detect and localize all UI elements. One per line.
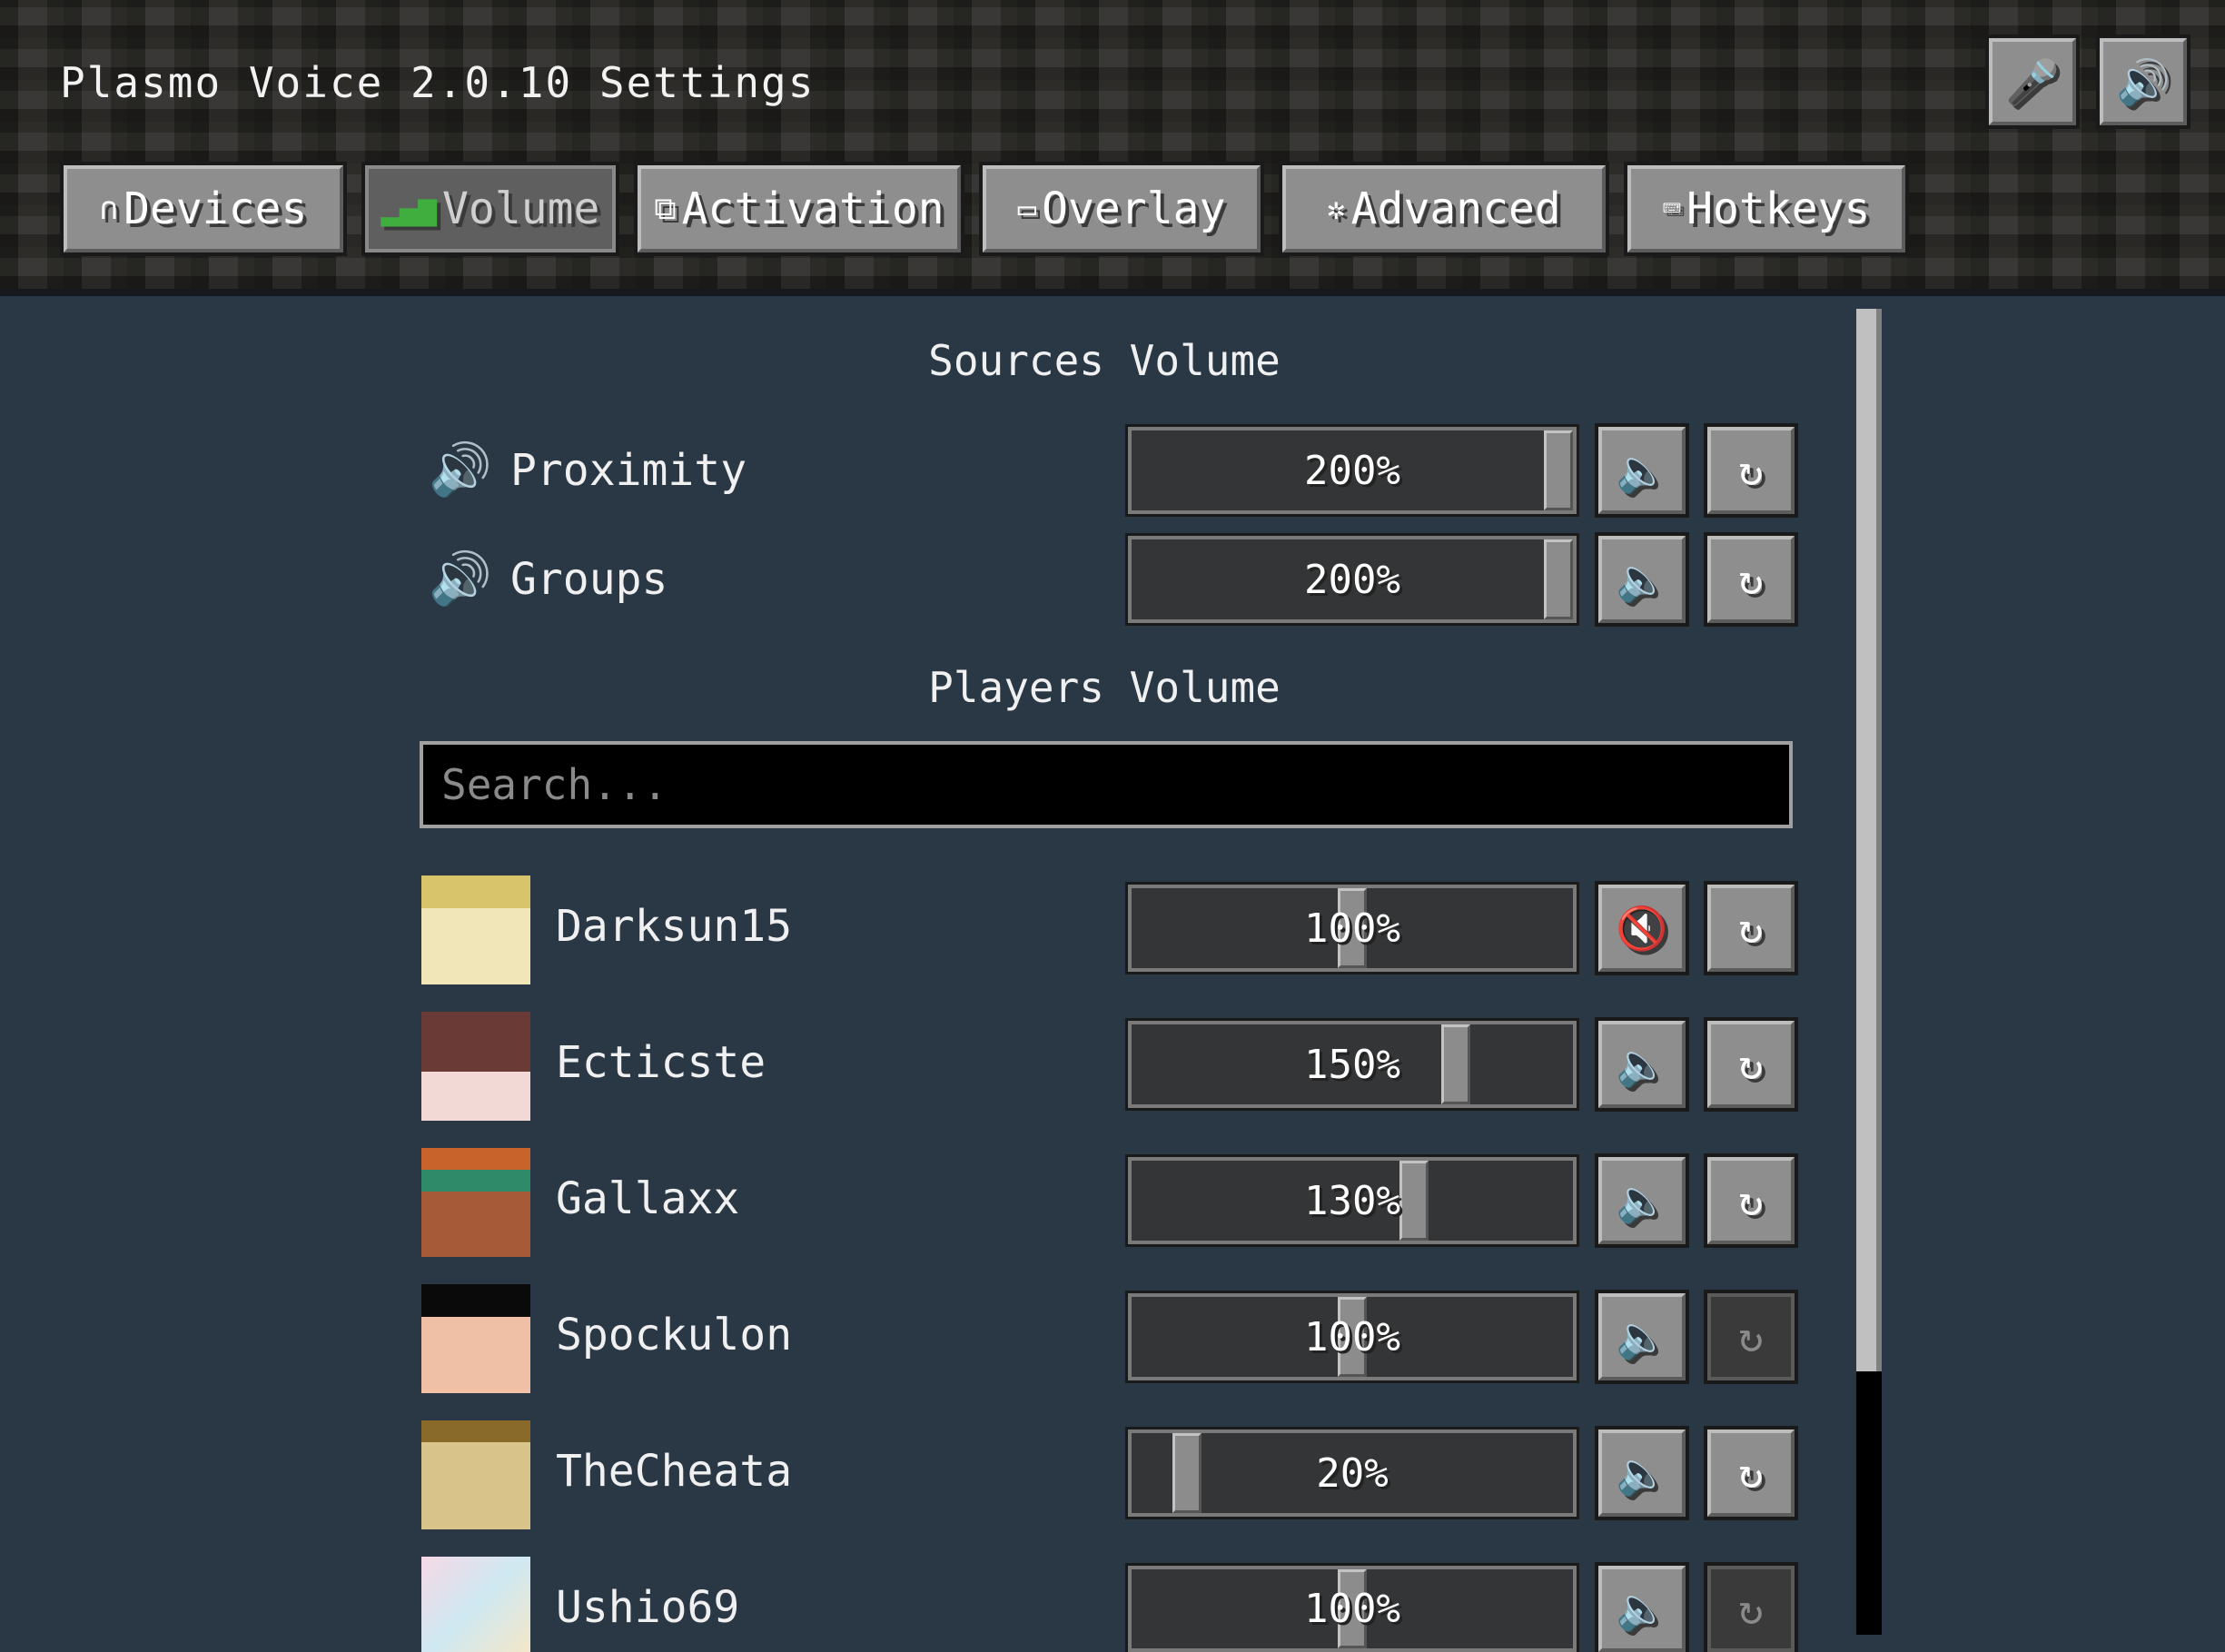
slider-value: 100% [1304,905,1400,952]
speaker-button[interactable]: 🔊 [2096,35,2190,129]
avatar [421,1557,530,1652]
avatar [421,1284,530,1393]
players-volume-title: Players Volume [928,663,1281,712]
reset-icon: ↻ [1738,555,1764,604]
reset-icon: ↻ [1738,1176,1764,1225]
player-reset-button[interactable]: ↻ [1704,1017,1798,1112]
player-name: Ushio69 [556,1582,740,1633]
player-name: Spockulon [556,1310,793,1360]
player-volume-slider[interactable]: 100% [1125,882,1579,974]
reset-icon: ↻ [1738,446,1764,495]
tab-overlay[interactable]: ▭ Overlay [979,162,1264,256]
activation-icon: ⧉ [654,191,677,227]
speaker-icon: 🔈 [1616,1311,1668,1361]
groups-reset-button[interactable]: ↻ [1704,532,1798,627]
speaker-icon: 🔈 [1616,1039,1668,1089]
tab-label: Overlay [1042,183,1226,234]
microphone-button[interactable]: 🎤 [1985,35,2080,129]
proximity-speaker-icon: 🔊 [429,440,492,500]
player-reset-button[interactable]: ↻ [1704,881,1798,975]
player-volume-slider[interactable]: 100% [1125,1291,1579,1383]
avatar [421,1012,530,1121]
slider-value: 150% [1304,1041,1400,1088]
keyboard-icon: ⌨ [1662,191,1682,227]
sources-volume-title: Sources Volume [928,336,1281,385]
gear-icon: ✲ [1327,191,1346,227]
player-volume-slider[interactable]: 150% [1125,1018,1579,1111]
proximity-mute-button[interactable]: 🔈 [1595,423,1689,518]
proximity-volume-slider[interactable]: 200% [1125,424,1579,517]
player-name: TheCheata [556,1446,793,1497]
speaker-icon: 🔈 [1616,554,1668,604]
window-title: Plasmo Voice 2.0.10 Settings [60,58,816,107]
slider-value: 100% [1304,1586,1400,1632]
slider-value: 200% [1304,447,1400,494]
player-volume-slider[interactable]: 20% [1125,1427,1579,1519]
slider-value: 100% [1304,1313,1400,1360]
groups-volume-slider[interactable]: 200% [1125,533,1579,626]
speaker-icon: 🔈 [1616,1448,1668,1498]
player-reset-button[interactable]: ↻ [1704,1426,1798,1520]
player-mute-button[interactable]: 🔈 [1595,1562,1689,1652]
tab-advanced[interactable]: ✲ Advanced [1279,162,1609,256]
slider-value: 20% [1316,1449,1389,1497]
tab-label: Activation [681,183,944,234]
player-mute-button[interactable]: 🔈 [1595,1290,1689,1384]
slider-value: 130% [1304,1177,1400,1224]
groups-speaker-icon: 🔊 [429,549,492,608]
reset-icon: ↻ [1738,1040,1764,1089]
tab-label: Volume [442,183,600,234]
speaker-icon: 🔈 [1616,445,1668,495]
player-mute-button[interactable]: 🔇 [1595,881,1689,975]
reset-icon: ↻ [1738,1449,1764,1498]
avatar [421,1148,530,1257]
player-name: Gallaxx [556,1173,740,1224]
scrollbar-thumb[interactable] [1856,309,1882,1371]
header-bar: Plasmo Voice 2.0.10 Settings 🎤 🔊 ∩ Devic… [0,0,2225,296]
headphones-icon: ∩ [99,191,119,227]
player-name: Ecticste [556,1037,766,1088]
slider-value: 200% [1304,556,1400,603]
player-reset-button[interactable]: ↻ [1704,1562,1798,1652]
search-input[interactable]: Search... [420,741,1793,828]
player-volume-slider[interactable]: 130% [1125,1154,1579,1247]
avatar [421,875,530,984]
microphone-icon: 🎤 [2005,56,2060,108]
speaker-icon: 🔈 [1616,1584,1668,1633]
groups-mute-button[interactable]: 🔈 [1595,532,1689,627]
player-reset-button[interactable]: ↻ [1704,1153,1798,1248]
source-label-groups: Groups [510,554,668,605]
tab-volume[interactable]: ▂▄▆ Volume [361,162,619,256]
player-volume-slider[interactable]: 100% [1125,1563,1579,1652]
reset-icon: ↻ [1738,904,1764,953]
muted-speaker-icon: 🔇 [1616,903,1668,953]
player-mute-button[interactable]: 🔈 [1595,1017,1689,1112]
player-name: Darksun15 [556,901,793,952]
tab-label: Hotkeys [1686,183,1871,234]
speaker-icon: 🔈 [1616,1175,1668,1225]
tab-hotkeys[interactable]: ⌨ Hotkeys [1624,162,1909,256]
reset-icon: ↻ [1738,1312,1764,1361]
player-mute-button[interactable]: 🔈 [1595,1153,1689,1248]
speaker-icon: 🔊 [2116,56,2171,108]
reset-icon: ↻ [1738,1584,1764,1634]
tab-activation[interactable]: ⧉ Activation [634,162,964,256]
volume-bars-icon: ▂▄▆ [381,191,438,227]
monitor-icon: ▭ [1017,191,1037,227]
tab-devices[interactable]: ∩ Devices [60,162,347,256]
source-label-proximity: Proximity [510,445,747,496]
player-mute-button[interactable]: 🔈 [1595,1426,1689,1520]
tab-label: Advanced [1350,183,1561,234]
tab-label: Devices [124,183,308,234]
player-reset-button[interactable]: ↻ [1704,1290,1798,1384]
proximity-reset-button[interactable]: ↻ [1704,423,1798,518]
avatar [421,1420,530,1529]
